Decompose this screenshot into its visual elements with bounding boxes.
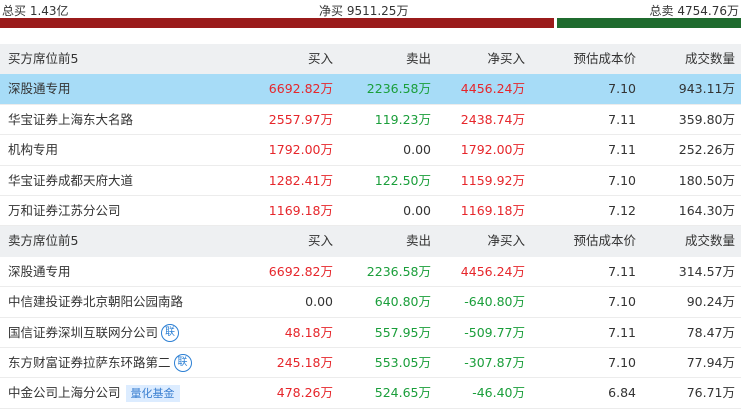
buy-sell-ratio-bar — [0, 18, 741, 28]
cost-price: 7.10 — [608, 294, 636, 310]
volume: 180.50万 — [678, 172, 735, 188]
seat-name[interactable]: 深股通专用 — [8, 257, 71, 287]
buy-section-header: 买方席位前5 买入 卖出 净买入 预估成本价 成交数量 — [0, 44, 741, 75]
net-amount: 4456.24万 — [460, 81, 525, 97]
net-amount: 2438.74万 — [460, 111, 525, 127]
sell-row[interactable]: 国信证券深圳互联网分公司联 48.18万 557.95万 -509.77万 7.… — [0, 318, 741, 348]
buy-row[interactable]: 华宝证券上海东大名路 2557.97万 119.23万 2438.74万 7.1… — [0, 105, 741, 136]
seat-name-cell: 中金公司上海分公司 量化基金 — [8, 378, 180, 408]
volume: 78.47万 — [686, 324, 735, 340]
sell-amount: 640.80万 — [374, 294, 431, 310]
seat-name-cell: 东方财富证券拉萨东环路第二联 — [8, 348, 192, 378]
sell-amount: 553.05万 — [374, 354, 431, 370]
cost-price: 7.11 — [608, 111, 636, 127]
cost-price: 6.84 — [608, 385, 636, 401]
volume: 943.11万 — [678, 81, 735, 97]
buy-amount: 1169.18万 — [268, 202, 333, 218]
sell-amount: 557.95万 — [374, 324, 431, 340]
sell-header-volume: 成交数量 — [684, 233, 735, 249]
volume: 314.57万 — [678, 263, 735, 279]
net-amount: -307.87万 — [464, 354, 525, 370]
sell-ratio-fill — [557, 18, 741, 28]
buy-row[interactable]: 机构专用 1792.00万 0.00 1792.00万 7.11 252.26万 — [0, 135, 741, 166]
volume: 90.24万 — [686, 294, 735, 310]
cost-price: 7.11 — [608, 324, 636, 340]
cost-price: 7.10 — [608, 81, 636, 97]
sell-header-sell: 卖出 — [405, 233, 431, 249]
total-sell-label: 总卖 4754.76万 — [649, 4, 739, 18]
linked-badge-icon[interactable]: 联 — [173, 354, 192, 373]
sell-section-header: 卖方席位前5 买入 卖出 净买入 预估成本价 成交数量 — [0, 226, 741, 257]
sell-header-net: 净买入 — [487, 233, 525, 249]
sell-amount: 119.23万 — [374, 111, 431, 127]
seat-table: 买方席位前5 买入 卖出 净买入 预估成本价 成交数量 深股通专用 6692.8… — [0, 44, 741, 409]
buy-ratio-fill — [0, 18, 554, 28]
buy-header-buy: 买入 — [307, 51, 333, 66]
buy-row[interactable]: 万和证券江苏分公司 1169.18万 0.00 1169.18万 7.12 16… — [0, 196, 741, 227]
seat-name[interactable]: 华宝证券成都天府大道 — [8, 166, 133, 196]
net-amount: 1169.18万 — [460, 202, 525, 218]
net-buy-label: 净买 9511.25万 — [319, 4, 409, 18]
sell-row[interactable]: 深股通专用 6692.82万 2236.58万 4456.24万 7.11 31… — [0, 257, 741, 288]
buy-amount: 1282.41万 — [268, 172, 333, 188]
net-amount: 4456.24万 — [460, 263, 525, 279]
volume: 77.94万 — [686, 354, 735, 370]
summary-bar: 总买 1.43亿 净买 9511.25万 总卖 4754.76万 — [0, 0, 741, 18]
buy-header-cost: 预估成本价 — [573, 51, 636, 66]
buy-header-volume: 成交数量 — [684, 51, 735, 66]
cost-price: 7.10 — [608, 354, 636, 370]
seat-name[interactable]: 中信建投证券北京朝阳公园南路 — [8, 287, 183, 317]
buy-row[interactable]: 深股通专用 6692.82万 2236.58万 4456.24万 7.10 94… — [0, 74, 741, 105]
cost-price: 7.11 — [608, 142, 636, 158]
cost-price: 7.10 — [608, 172, 636, 188]
seat-name[interactable]: 中金公司上海分公司 — [8, 385, 121, 400]
sell-row[interactable]: 中信建投证券北京朝阳公园南路 0.00 640.80万 -640.80万 7.1… — [0, 287, 741, 318]
buy-amount: 2557.97万 — [268, 111, 333, 127]
sell-row[interactable]: 东方财富证券拉萨东环路第二联 245.18万 553.05万 -307.87万 … — [0, 348, 741, 379]
volume: 76.71万 — [686, 385, 735, 401]
buy-amount: 6692.82万 — [268, 81, 333, 97]
volume: 252.26万 — [678, 142, 735, 158]
buy-amount: 245.18万 — [276, 354, 333, 370]
net-amount: 1159.92万 — [460, 172, 525, 188]
sell-amount: 2236.58万 — [366, 81, 431, 97]
volume: 164.30万 — [678, 202, 735, 218]
seat-name[interactable]: 国信证券深圳互联网分公司 — [8, 325, 158, 340]
cost-price: 7.12 — [608, 202, 636, 218]
buy-amount: 478.26万 — [276, 385, 333, 401]
cost-price: 7.11 — [608, 263, 636, 279]
buy-header-net: 净买入 — [487, 51, 525, 66]
seat-name[interactable]: 深股通专用 — [8, 74, 71, 104]
total-buy-label: 总买 1.43亿 — [2, 4, 69, 18]
linked-badge-icon[interactable]: 联 — [161, 324, 180, 343]
sell-amount: 0.00 — [403, 142, 431, 158]
buy-amount: 0.00 — [305, 294, 333, 310]
buy-amount: 48.18万 — [284, 324, 333, 340]
net-amount: 1792.00万 — [460, 142, 525, 158]
net-amount: -46.40万 — [472, 385, 525, 401]
sell-header-buy: 买入 — [307, 233, 333, 249]
seat-name[interactable]: 万和证券江苏分公司 — [8, 196, 121, 226]
sell-amount: 2236.58万 — [366, 263, 431, 279]
buy-amount: 1792.00万 — [268, 142, 333, 158]
net-amount: -640.80万 — [464, 294, 525, 310]
buy-header-sell: 卖出 — [405, 51, 431, 66]
seat-name[interactable]: 机构专用 — [8, 135, 58, 165]
buy-amount: 6692.82万 — [268, 263, 333, 279]
buy-row[interactable]: 华宝证券成都天府大道 1282.41万 122.50万 1159.92万 7.1… — [0, 166, 741, 196]
seat-name[interactable]: 东方财富证券拉萨东环路第二 — [8, 355, 171, 370]
sell-header-name: 卖方席位前5 — [8, 233, 79, 249]
sell-row[interactable]: 中金公司上海分公司 量化基金 478.26万 524.65万 -46.40万 6.… — [0, 378, 741, 409]
net-amount: -509.77万 — [464, 324, 525, 340]
buy-header-name: 买方席位前5 — [8, 51, 79, 66]
seat-name[interactable]: 华宝证券上海东大名路 — [8, 105, 133, 135]
sell-amount: 0.00 — [403, 202, 431, 218]
volume: 359.80万 — [678, 111, 735, 127]
sell-amount: 524.65万 — [374, 385, 431, 401]
sell-amount: 122.50万 — [374, 172, 431, 188]
sell-header-cost: 预估成本价 — [573, 233, 636, 249]
seat-name-cell: 国信证券深圳互联网分公司联 — [8, 318, 180, 348]
